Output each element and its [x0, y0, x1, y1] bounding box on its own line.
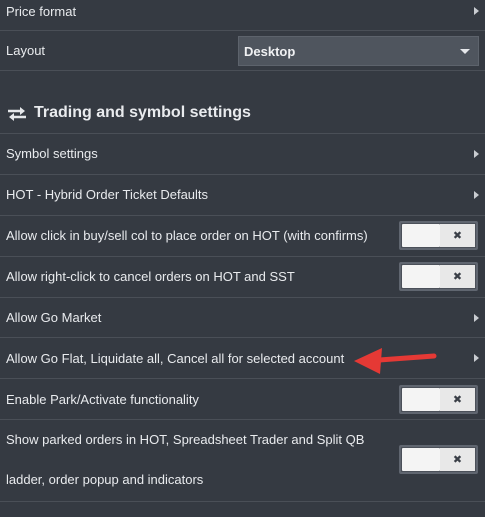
red-arrow-annotation — [354, 348, 437, 374]
allow-go-flat-label: Allow Go Flat, Liquidate all, Cancel all… — [6, 351, 345, 366]
row-enable-park: Enable Park/Activate functionality ✖ — [0, 379, 485, 420]
swap-arrows-icon — [8, 107, 26, 121]
enable-park-toggle[interactable]: ✖ — [399, 385, 478, 414]
layout-label: Layout — [6, 43, 46, 58]
layout-select-value: Desktop — [244, 44, 296, 59]
chevron-right-icon — [474, 150, 479, 158]
hot-defaults-label: HOT - Hybrid Order Ticket Defaults — [6, 187, 209, 202]
close-icon: ✖ — [440, 448, 475, 471]
close-icon: ✖ — [440, 224, 475, 247]
chevron-right-icon — [474, 314, 479, 322]
show-parked-label-line2: ladder, order popup and indicators — [6, 472, 204, 487]
section-title: Trading and symbol settings — [34, 104, 251, 121]
allow-click-label: Allow click in buy/sell col to place ord… — [6, 228, 368, 243]
symbol-settings-label: Symbol settings — [6, 146, 98, 161]
row-show-parked: Show parked orders in HOT, Spreadsheet T… — [0, 420, 485, 502]
toggle-knob — [402, 265, 440, 288]
enable-park-label: Enable Park/Activate functionality — [6, 392, 199, 407]
close-icon: ✖ — [440, 265, 475, 288]
section-trading-symbol-settings: Trading and symbol settings — [0, 92, 485, 134]
allow-right-click-toggle[interactable]: ✖ — [399, 262, 478, 291]
row-allow-right-click: Allow right-click to cancel orders on HO… — [0, 257, 485, 298]
close-icon: ✖ — [440, 388, 475, 411]
show-parked-label-line1: Show parked orders in HOT, Spreadsheet T… — [6, 432, 365, 447]
row-allow-go-market[interactable]: Allow Go Market — [0, 298, 485, 338]
toggle-knob — [402, 224, 440, 247]
allow-go-market-label: Allow Go Market — [6, 310, 102, 325]
chevron-right-icon — [474, 354, 479, 362]
row-hot-defaults[interactable]: HOT - Hybrid Order Ticket Defaults — [0, 175, 485, 216]
chevron-right-icon — [474, 191, 479, 199]
toggle-knob — [402, 448, 440, 471]
chevron-down-icon — [460, 49, 470, 54]
row-symbol-settings[interactable]: Symbol settings — [0, 134, 485, 175]
row-price-format[interactable]: Price format — [0, 0, 485, 31]
show-parked-toggle[interactable]: ✖ — [399, 445, 478, 474]
allow-right-click-label: Allow right-click to cancel orders on HO… — [6, 269, 295, 284]
price-format-label: Price format — [6, 4, 77, 19]
allow-click-toggle[interactable]: ✖ — [399, 221, 478, 250]
toggle-knob — [402, 388, 440, 411]
row-allow-click: Allow click in buy/sell col to place ord… — [0, 216, 485, 257]
layout-select[interactable]: Desktop — [238, 36, 479, 66]
chevron-right-icon — [474, 7, 479, 15]
row-layout: Layout Desktop — [0, 31, 485, 71]
